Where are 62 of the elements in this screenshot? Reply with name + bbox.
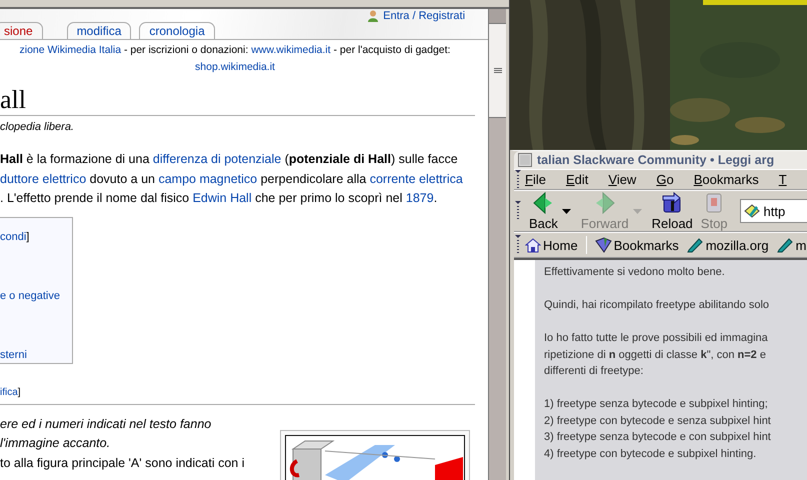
- window-title: talian Slackware Community • Leggi arg: [537, 153, 774, 167]
- login-link[interactable]: Entra / Registrati: [383, 10, 466, 22]
- link[interactable]: differenza di potenziale: [152, 152, 282, 166]
- house-icon: [525, 238, 541, 252]
- intro-paragraph: Hall è la formazione di una differenza di potenziale (potenziale di Hall) sulle facce duttore elettrico dovuto a un campo magnetico perpendicolare alla corrente elettrica . L'effetto prende il nome dal fisico Edwin Hall che per primo lo scoprì nel 1879.: [0, 151, 464, 207]
- tagline: clopedia libera.: [0, 120, 75, 135]
- page-icon: [744, 203, 760, 219]
- bookmark-item[interactable]: Bookmarks: [594, 237, 679, 253]
- bookmark-item[interactable]: m: [776, 237, 806, 253]
- link[interactable]: ifica: [0, 386, 18, 398]
- section-edit-link[interactable]: ifica]: [0, 384, 488, 400]
- caret-icon[interactable]: [562, 208, 571, 214]
- menu-item[interactable]: Bookmarks: [694, 172, 759, 187]
- window-menu-icon[interactable]: [518, 153, 532, 167]
- toc-entry[interactable]: e o negative: [0, 288, 72, 304]
- page-title: all: [0, 85, 475, 116]
- pencil-icon: [686, 237, 704, 253]
- forward-arrow-icon: [594, 192, 616, 214]
- notice-text: zione Wikimedia Italia - per iscrizioni o donazioni: www.wikimedia.it - per l'acquisto di gadget: shop.wikimedia.it: [18, 43, 452, 75]
- toolbar-grip[interactable]: [515, 170, 521, 190]
- link[interactable]: duttore elettrico: [0, 172, 86, 186]
- post-paragraph: 1) freetype senza bytecode e subpixel hinting; 2) freetype con bytecode e senza subpixel hint 3) freetype senza bytecode e con subpixel hint 4) freetype con bytecode e subpixel hinting.: [544, 397, 772, 462]
- scroll-up-button[interactable]: [489, 9, 506, 24]
- link[interactable]: sterni: [0, 348, 27, 360]
- user-icon: [367, 10, 380, 22]
- tab[interactable]: sione: [0, 22, 43, 39]
- pencil-icon: [776, 237, 794, 253]
- link[interactable]: www.wikimedia.it: [251, 44, 331, 56]
- toc-entry[interactable]: sterni: [0, 346, 72, 362]
- menu-item[interactable]: File: [525, 172, 546, 187]
- post-paragraph: Io ho fatto tutte le prove possibili ed immagina ripetizione di n oggetti di classe k", con n=2 e differenti di freetype:: [544, 331, 769, 379]
- tab[interactable]: cronologia: [139, 22, 215, 39]
- menu-item[interactable]: Go: [656, 172, 674, 187]
- link[interactable]: zione Wikimedia Italia: [20, 44, 122, 56]
- link[interactable]: 1879: [406, 191, 434, 205]
- link[interactable]: e o negative: [0, 290, 60, 302]
- post-paragraph: Effettivamente si vedono molto bene.: [544, 265, 726, 280]
- menu-item[interactable]: Edit: [566, 172, 588, 187]
- toolbar-button[interactable]: Back: [525, 192, 562, 230]
- tab[interactable]: modifica: [66, 22, 132, 39]
- toolbar-grip[interactable]: [515, 201, 521, 221]
- post-paragraph: Quindi, hai ricompilato freetype abilitando solo: [544, 298, 770, 313]
- link[interactable]: condi: [0, 230, 26, 242]
- bookmark-item[interactable]: Home: [525, 238, 578, 252]
- menu-item[interactable]: View: [608, 172, 636, 187]
- scrollbar-thumb[interactable]: [489, 24, 506, 118]
- toolbar-button[interactable]: Reload: [648, 192, 697, 230]
- address-bar[interactable]: http: [740, 199, 807, 223]
- scrollbar[interactable]: [488, 9, 506, 480]
- bookmark-item[interactable]: mozilla.org: [686, 237, 769, 253]
- link[interactable]: shop.wikimedia.it: [195, 61, 275, 73]
- toc-entry[interactable]: condi]: [0, 228, 72, 244]
- link[interactable]: campo magnetico: [158, 172, 258, 186]
- url-field[interactable]: http: [764, 204, 804, 218]
- body-text: to alla figura principale 'A' sono indicati con i: [0, 454, 246, 472]
- menu-item[interactable]: T: [778, 172, 787, 187]
- toolbar-grip[interactable]: [515, 235, 521, 255]
- book-icon: [594, 237, 612, 253]
- note-text: ere ed i numeri indicati nel testo fanno l'immagine accanto.: [0, 416, 212, 452]
- link[interactable]: corrente elettrica: [370, 172, 463, 186]
- back-arrow-icon: [532, 192, 554, 214]
- link[interactable]: Edwin Hall: [192, 191, 252, 205]
